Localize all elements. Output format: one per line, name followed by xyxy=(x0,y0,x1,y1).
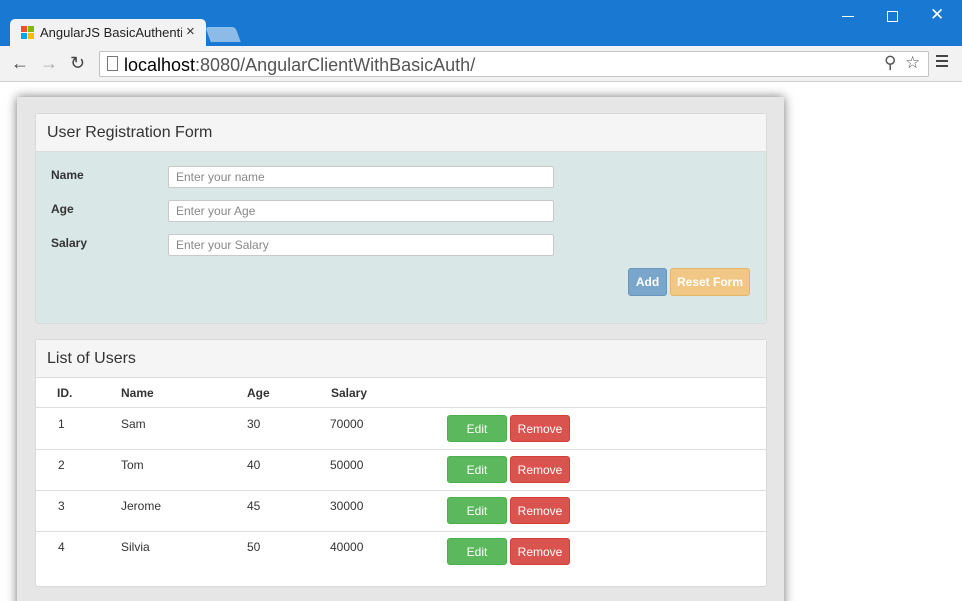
url-text: localhost:8080/AngularClientWithBasicAut… xyxy=(124,55,475,76)
table-row: 2 Tom 40 50000 Edit Remove xyxy=(36,450,766,491)
column-header-age: Age xyxy=(247,386,270,400)
users-panel: List of Users ID. Name Age Salary 1 Sam … xyxy=(35,339,767,587)
cell-salary: 30000 xyxy=(330,499,364,513)
page-viewport: User Registration Form Name Age Salary A… xyxy=(0,83,962,601)
name-label: Name xyxy=(51,168,84,182)
close-tab-icon[interactable]: × xyxy=(186,23,195,40)
cell-id: 3 xyxy=(58,499,65,513)
cell-salary: 70000 xyxy=(330,417,364,431)
cell-id: 1 xyxy=(58,417,65,431)
salary-input[interactable] xyxy=(168,234,554,256)
reload-icon[interactable]: ↻ xyxy=(70,53,85,74)
cell-name: Sam xyxy=(121,417,146,431)
registration-panel: User Registration Form Name Age Salary A… xyxy=(35,113,767,324)
cell-id: 2 xyxy=(58,458,65,472)
edit-button[interactable]: Edit xyxy=(447,415,507,442)
app-favicon-icon xyxy=(21,26,35,40)
cell-name: Jerome xyxy=(121,499,162,513)
menu-icon[interactable] xyxy=(936,55,948,69)
cell-id: 4 xyxy=(58,540,65,554)
add-button[interactable]: Add xyxy=(628,268,667,296)
column-header-salary: Salary xyxy=(331,386,368,400)
url-path: :8080/AngularClientWithBasicAuth/ xyxy=(195,55,476,75)
edit-button[interactable]: Edit xyxy=(447,538,507,565)
url-host: localhost xyxy=(124,55,196,75)
tab-title: AngularJS BasicAuthentication xyxy=(40,25,182,40)
browser-tab[interactable]: AngularJS BasicAuthentication × xyxy=(10,19,206,46)
registration-form: Name Age Salary Add Reset Form xyxy=(36,152,766,323)
maximize-icon[interactable] xyxy=(887,11,898,22)
window-titlebar: AngularJS BasicAuthentication × ✕ xyxy=(0,0,962,46)
age-input[interactable] xyxy=(168,200,554,222)
table-row: 3 Jerome 45 30000 Edit Remove xyxy=(36,491,766,532)
cell-name: Silvia xyxy=(121,540,150,554)
edit-button[interactable]: Edit xyxy=(447,497,507,524)
forward-icon[interactable]: → xyxy=(40,53,58,74)
edit-button[interactable]: Edit xyxy=(447,456,507,483)
table-header: ID. Name Age Salary xyxy=(36,378,766,408)
close-window-icon[interactable]: ✕ xyxy=(930,5,944,25)
age-label: Age xyxy=(51,202,74,216)
remove-button[interactable]: Remove xyxy=(510,497,570,524)
column-header-name: Name xyxy=(121,386,154,400)
zoom-icon[interactable]: ⚲ xyxy=(884,53,896,73)
remove-button[interactable]: Remove xyxy=(510,456,570,483)
bookmark-star-icon[interactable]: ☆ xyxy=(905,53,920,73)
name-input[interactable] xyxy=(168,166,554,188)
app-container: User Registration Form Name Age Salary A… xyxy=(17,97,784,601)
reset-form-button[interactable]: Reset Form xyxy=(670,268,750,296)
cell-age: 30 xyxy=(247,417,261,431)
users-title: List of Users xyxy=(36,340,766,378)
cell-name: Tom xyxy=(121,458,144,472)
remove-button[interactable]: Remove xyxy=(510,415,570,442)
page-icon xyxy=(107,56,118,71)
table-row: 4 Silvia 50 40000 Edit Remove xyxy=(36,532,766,573)
cell-salary: 50000 xyxy=(330,458,364,472)
minimize-icon[interactable] xyxy=(842,16,854,17)
remove-button[interactable]: Remove xyxy=(510,538,570,565)
column-header-id: ID. xyxy=(57,386,73,400)
address-bar[interactable]: localhost:8080/AngularClientWithBasicAut… xyxy=(99,51,929,77)
cell-salary: 40000 xyxy=(330,540,364,554)
cell-age: 50 xyxy=(247,540,261,554)
registration-title: User Registration Form xyxy=(36,114,766,152)
back-icon[interactable]: ← xyxy=(11,53,29,74)
browser-toolbar: ← → ↻ localhost:8080/AngularClientWithBa… xyxy=(0,46,962,82)
new-tab-button[interactable] xyxy=(205,27,241,42)
table-row: 1 Sam 30 70000 Edit Remove xyxy=(36,409,766,450)
cell-age: 40 xyxy=(247,458,261,472)
cell-age: 45 xyxy=(247,499,261,513)
salary-label: Salary xyxy=(51,236,88,250)
